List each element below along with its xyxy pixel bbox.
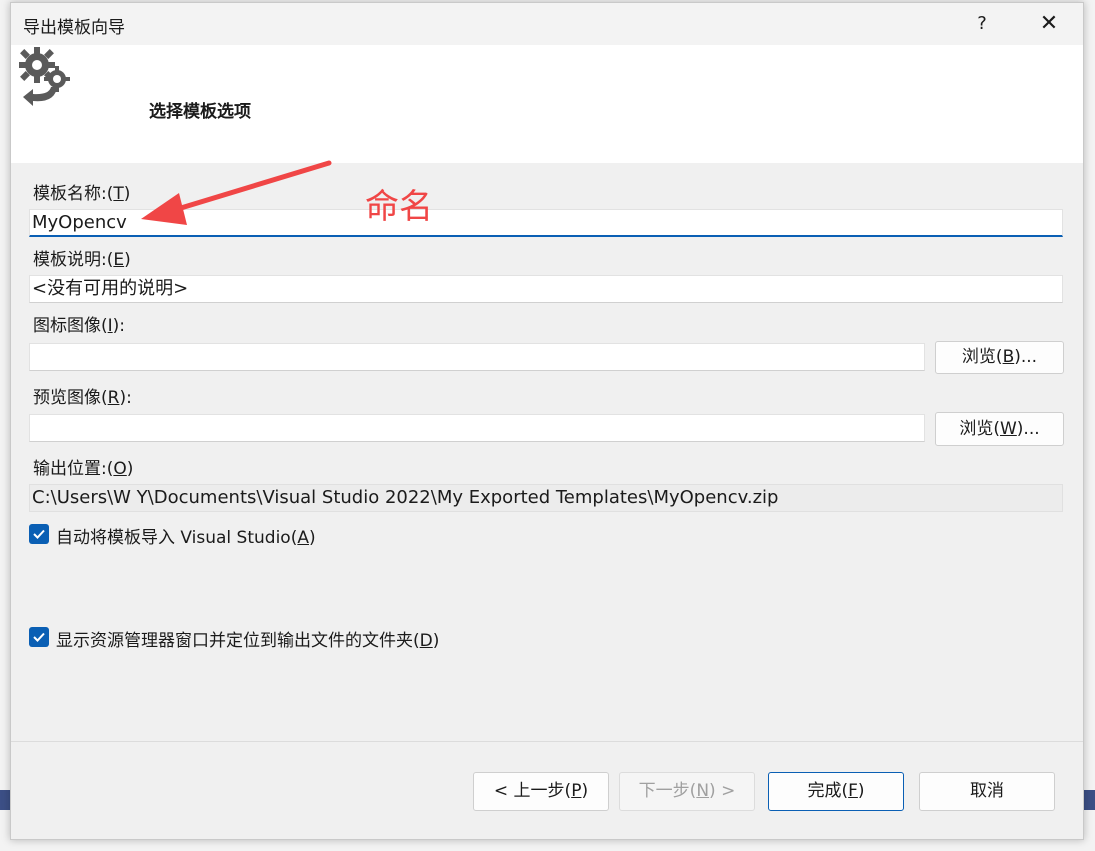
cancel-button[interactable]: 取消 xyxy=(919,772,1055,811)
icon-image-input[interactable] xyxy=(29,343,925,371)
output-location-input[interactable]: C:\Users\W Y\Documents\Visual Studio 202… xyxy=(29,484,1063,512)
header-title: 选择模板选项 xyxy=(149,102,251,122)
preview-image-input[interactable] xyxy=(29,414,925,442)
close-icon: ✕ xyxy=(1039,11,1059,36)
wizard-content xyxy=(11,163,1083,741)
annotation-arrow-icon xyxy=(141,160,332,225)
dialog-title: 导出模板向导 xyxy=(23,18,125,38)
gear-arrow-icon xyxy=(19,47,70,106)
browse-preview-image-button[interactable]: 浏览(W)... xyxy=(935,412,1064,446)
back-button[interactable]: < 上一步(P) xyxy=(473,772,609,811)
checkmark-icon xyxy=(33,529,45,539)
auto-import-label: 自动将模板导入 Visual Studio(A) xyxy=(56,528,316,548)
close-button[interactable]: ✕ xyxy=(1033,8,1065,40)
template-name-label: 模板名称:(T) xyxy=(33,184,131,204)
show-explorer-checkbox[interactable] xyxy=(29,627,49,647)
annotation-text: 命名 xyxy=(365,187,433,227)
auto-import-checkbox[interactable] xyxy=(29,524,49,544)
template-description-label: 模板说明:(E) xyxy=(33,250,131,270)
show-explorer-label: 显示资源管理器窗口并定位到输出文件的文件夹(D) xyxy=(56,631,440,651)
help-icon: ? xyxy=(977,13,987,34)
output-location-label: 输出位置:(O) xyxy=(33,459,134,479)
title-bar: 导出模板向导 ? ✕ xyxy=(11,3,1083,45)
browse-icon-image-button[interactable]: 浏览(B)... xyxy=(935,341,1064,374)
finish-button[interactable]: 完成(F) xyxy=(768,772,904,811)
help-button[interactable]: ? xyxy=(966,8,998,40)
next-button[interactable]: 下一步(N) > xyxy=(619,772,755,811)
icon-image-label: 图标图像(I): xyxy=(33,316,126,336)
checkmark-icon xyxy=(33,632,45,642)
export-template-wizard-dialog: 导出模板向导 ? ✕ 选择模板选项 模板名称:(T) MyOpencv 模板说明… xyxy=(10,2,1084,840)
wizard-header: 选择模板选项 xyxy=(11,45,1083,163)
template-description-input[interactable]: <没有可用的说明> xyxy=(29,275,1063,303)
preview-image-label: 预览图像(R): xyxy=(33,388,132,408)
